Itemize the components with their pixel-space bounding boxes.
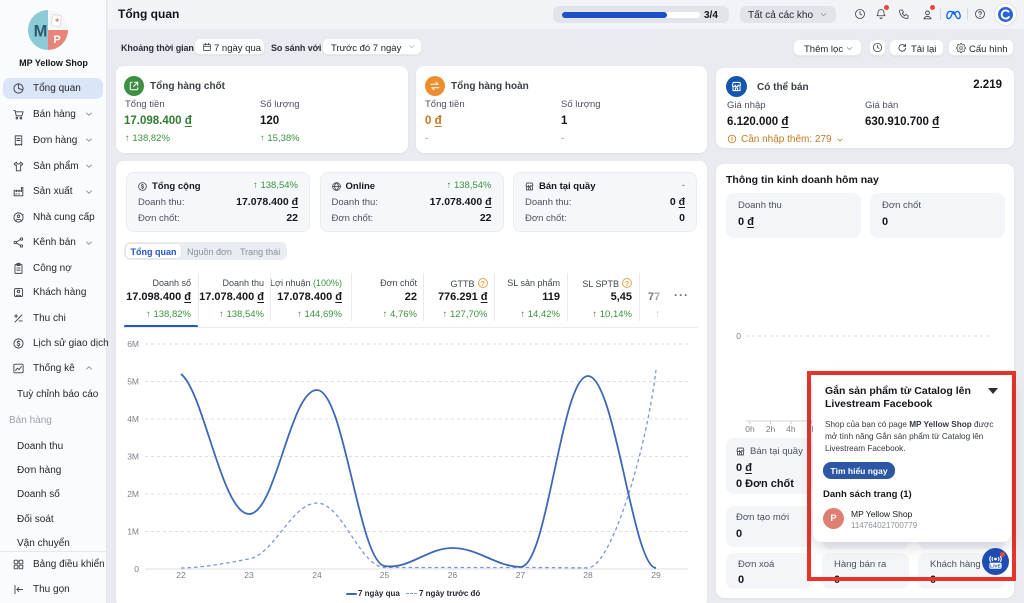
svg-text:0: 0 (134, 564, 139, 574)
svg-text:25: 25 (380, 570, 390, 580)
svg-text:26: 26 (448, 570, 458, 580)
svg-text:4h: 4h (786, 424, 796, 434)
svg-text:27: 27 (516, 570, 526, 580)
svg-text:P: P (53, 34, 60, 46)
svg-text:2M: 2M (127, 489, 139, 499)
svg-text:1M: 1M (127, 527, 139, 537)
svg-text:23: 23 (244, 570, 254, 580)
svg-text:M: M (34, 23, 48, 41)
svg-text:24: 24 (312, 570, 322, 580)
svg-text:6M: 6M (127, 339, 139, 349)
svg-text:3M: 3M (127, 452, 139, 462)
svg-text:22: 22 (176, 570, 186, 580)
svg-text:0h: 0h (745, 424, 755, 434)
svg-text:2h: 2h (766, 424, 776, 434)
svg-text:29: 29 (651, 570, 661, 580)
svg-text:5M: 5M (127, 377, 139, 387)
svg-text:LIVE: LIVE (990, 564, 1001, 570)
svg-text:28: 28 (583, 570, 593, 580)
svg-text:0: 0 (736, 331, 741, 341)
svg-text:4M: 4M (127, 414, 139, 424)
